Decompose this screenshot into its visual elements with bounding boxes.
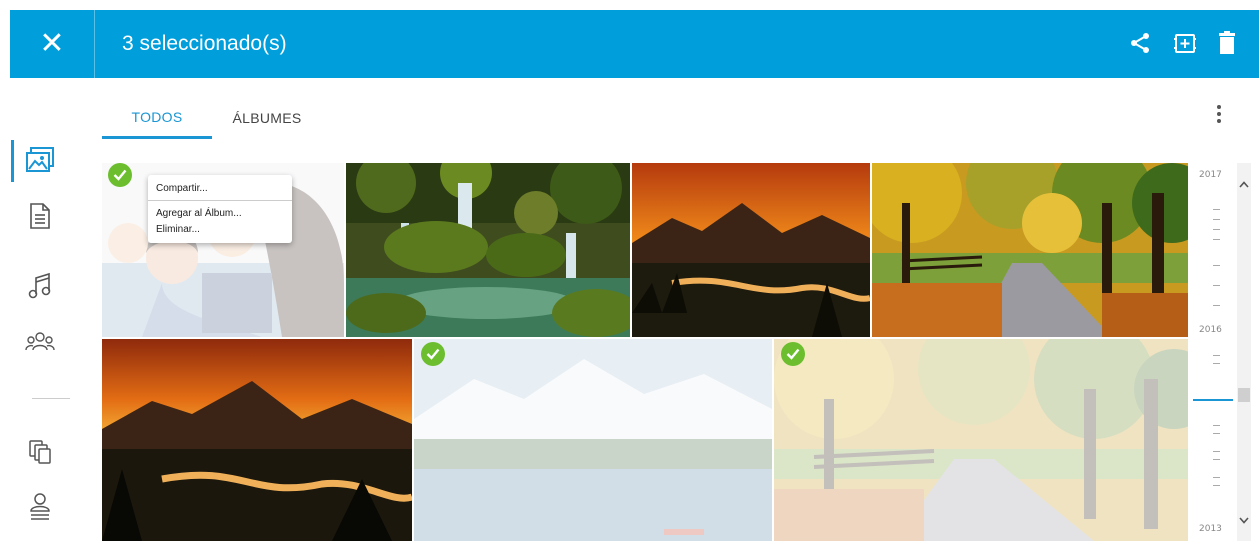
selection-overlay xyxy=(414,339,772,541)
add-to-album-icon xyxy=(1174,34,1196,53)
timeline-year-2016[interactable]: 2016 xyxy=(1199,325,1222,335)
photos-icon xyxy=(26,147,54,172)
timeline-tick xyxy=(1213,485,1220,486)
scroll-down-icon[interactable] xyxy=(1237,513,1251,527)
selected-check-icon[interactable] xyxy=(781,342,805,366)
photo-waterfall[interactable] xyxy=(346,163,630,337)
sidebar-active-indicator xyxy=(11,140,14,182)
share-button[interactable] xyxy=(1123,26,1157,60)
top-app-bar: ✕ 3 seleccionado(s) xyxy=(10,10,1259,78)
people-icon xyxy=(25,332,55,351)
selected-check-icon[interactable] xyxy=(108,163,132,187)
menu-item-agregar-al-album[interactable]: Agregar al Álbum... xyxy=(156,205,242,221)
photo-autumn-road[interactable] xyxy=(872,163,1188,337)
more-options-icon[interactable] xyxy=(1206,98,1232,130)
timeline-tick xyxy=(1213,219,1220,220)
delete-button[interactable] xyxy=(1210,26,1244,60)
timeline-tick xyxy=(1213,459,1220,460)
sidebar-item-copy[interactable] xyxy=(24,436,56,468)
timeline-year-2017[interactable]: 2017 xyxy=(1199,170,1222,180)
timeline-scrubber[interactable]: 2017 2016 2013 xyxy=(1190,163,1259,541)
photo-autumn-road-large[interactable] xyxy=(774,339,1188,541)
photo-mountain-sunset-large[interactable] xyxy=(102,339,412,541)
share-icon xyxy=(1131,33,1149,53)
topbar-divider xyxy=(94,10,95,78)
timeline-tick xyxy=(1213,355,1220,356)
photo-mountain-sunset[interactable] xyxy=(632,163,870,337)
photo-lake-mountains[interactable] xyxy=(414,339,772,541)
timeline-tick xyxy=(1213,265,1220,266)
menu-item-eliminar[interactable]: Eliminar... xyxy=(156,221,200,237)
scrollbar-track[interactable] xyxy=(1237,163,1251,541)
sidebar-divider xyxy=(32,398,70,399)
timeline-tick xyxy=(1213,363,1220,364)
timeline-tick xyxy=(1213,209,1220,210)
timeline-tick xyxy=(1213,451,1220,452)
timeline-tick xyxy=(1213,305,1220,306)
documents-icon xyxy=(30,203,50,229)
sidebar-item-account[interactable] xyxy=(24,490,56,522)
scroll-up-icon[interactable] xyxy=(1237,177,1251,191)
menu-divider xyxy=(148,200,292,201)
sidebar-item-photos[interactable] xyxy=(24,144,56,176)
timeline-position-indicator xyxy=(1193,399,1233,401)
selection-count-title: 3 seleccionado(s) xyxy=(122,32,287,55)
music-icon xyxy=(28,272,51,299)
selected-check-icon[interactable] xyxy=(421,342,445,366)
timeline-year-2013[interactable]: 2013 xyxy=(1199,524,1222,534)
close-icon: ✕ xyxy=(39,27,65,60)
trash-icon xyxy=(1219,31,1235,54)
selection-overlay xyxy=(774,339,1188,541)
tab-albumes[interactable]: ÁLBUMES xyxy=(212,98,322,138)
sidebar-item-documents[interactable] xyxy=(24,200,56,232)
context-menu: Compartir... Agregar al Álbum... Elimina… xyxy=(148,175,292,243)
sidebar-item-music[interactable] xyxy=(24,270,56,302)
timeline-tick xyxy=(1213,477,1220,478)
scrollbar-thumb[interactable] xyxy=(1238,388,1250,402)
sidebar xyxy=(0,140,80,541)
timeline-tick xyxy=(1213,239,1220,240)
account-icon xyxy=(30,493,50,520)
tab-todos[interactable]: TODOS xyxy=(102,98,212,139)
timeline-tick xyxy=(1213,285,1220,286)
sidebar-item-people[interactable] xyxy=(24,326,56,358)
timeline-tick xyxy=(1213,425,1220,426)
close-selection-button[interactable]: ✕ xyxy=(10,10,94,78)
add-to-album-button[interactable] xyxy=(1168,26,1202,60)
timeline-tick xyxy=(1213,229,1220,230)
copy-icon xyxy=(29,440,51,464)
menu-item-compartir[interactable]: Compartir... xyxy=(156,180,208,196)
timeline-tick xyxy=(1213,433,1220,434)
